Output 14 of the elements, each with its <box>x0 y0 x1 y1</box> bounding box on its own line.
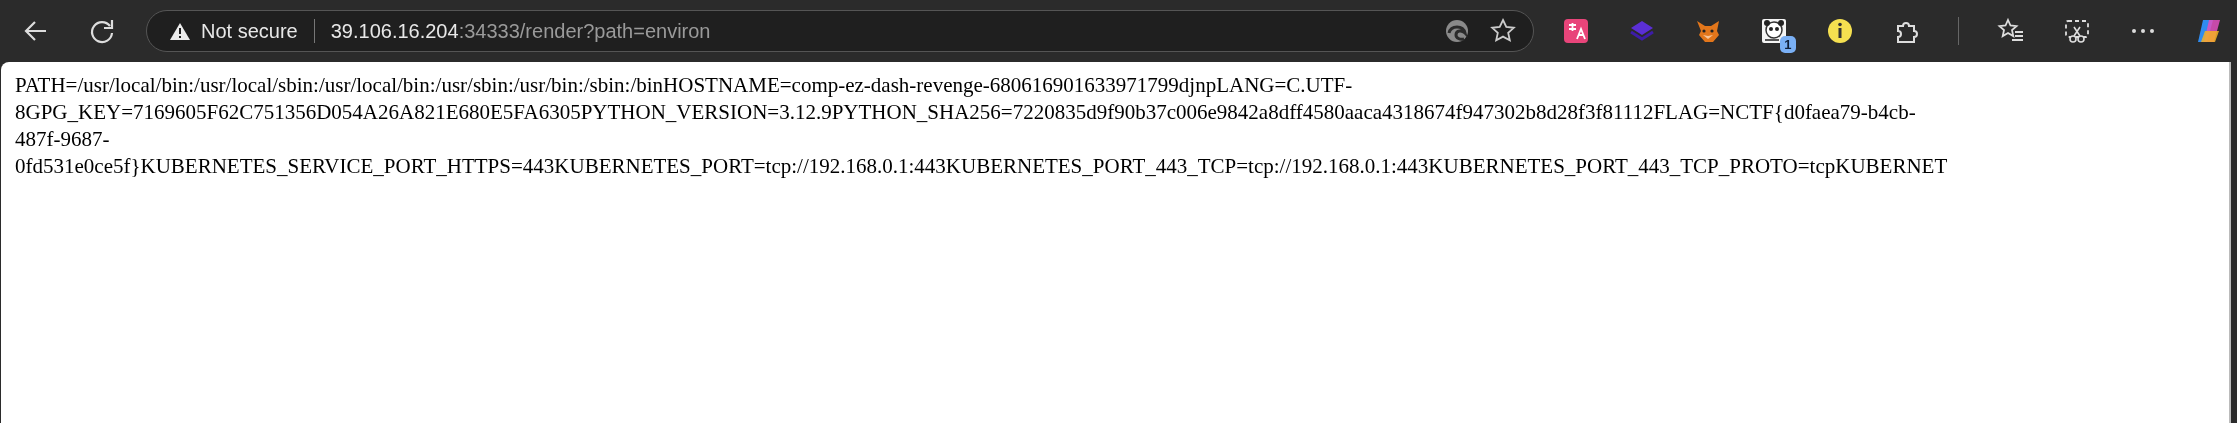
notification-badge: 1 <box>1780 36 1796 53</box>
page-text-line: 8GPG_KEY=7169605F62C751356D054A26A821E680E5FA6305PYTHON_VERSION=3.12.9PYTHON_SHA256=7220835d9f90b37c006e9842a8dff4580aaca4318674f947302b8d28f3f81112FLAG=NCTF{d0faea79-b4cb- <box>15 99 1917 126</box>
info-icon[interactable] <box>1825 17 1854 45</box>
screenshot-icon[interactable] <box>2063 17 2091 45</box>
page-text-line: 487f-9687- <box>15 126 111 153</box>
address-bar[interactable]: Not secure 39.106.16.204:34333/render?path=environ <box>146 10 1534 52</box>
reload-icon[interactable] <box>88 17 116 45</box>
star-icon[interactable] <box>1488 17 1517 45</box>
security-label[interactable]: Not secure <box>201 19 298 43</box>
page-text-line: PATH=/usr/local/bin:/usr/local/sbin:/usr/local/bin:/usr/sbin:/usr/bin:/sbin:/binHOSTNAME=comp-ez-dash-revenge-680616901633971799djnpLANG=C.UTF- <box>15 72 1354 99</box>
page-text-line: 0fd531e0ce5f}KUBERNETES_SERVICE_PORT_HTTPS=443KUBERNETES_PORT=tcp://192.168.0.1:443KUBERNETES_PORT_443_TCP=tcp://192.168.0.1:443KUBERNETES_PORT_443_TCP_PROTO=tcpKUBERNET <box>15 153 1949 180</box>
url-text[interactable]: 39.106.16.204:34333/render?path=environ <box>330 19 1443 43</box>
warning-icon[interactable] <box>169 21 191 41</box>
translate-icon[interactable] <box>1561 17 1590 45</box>
